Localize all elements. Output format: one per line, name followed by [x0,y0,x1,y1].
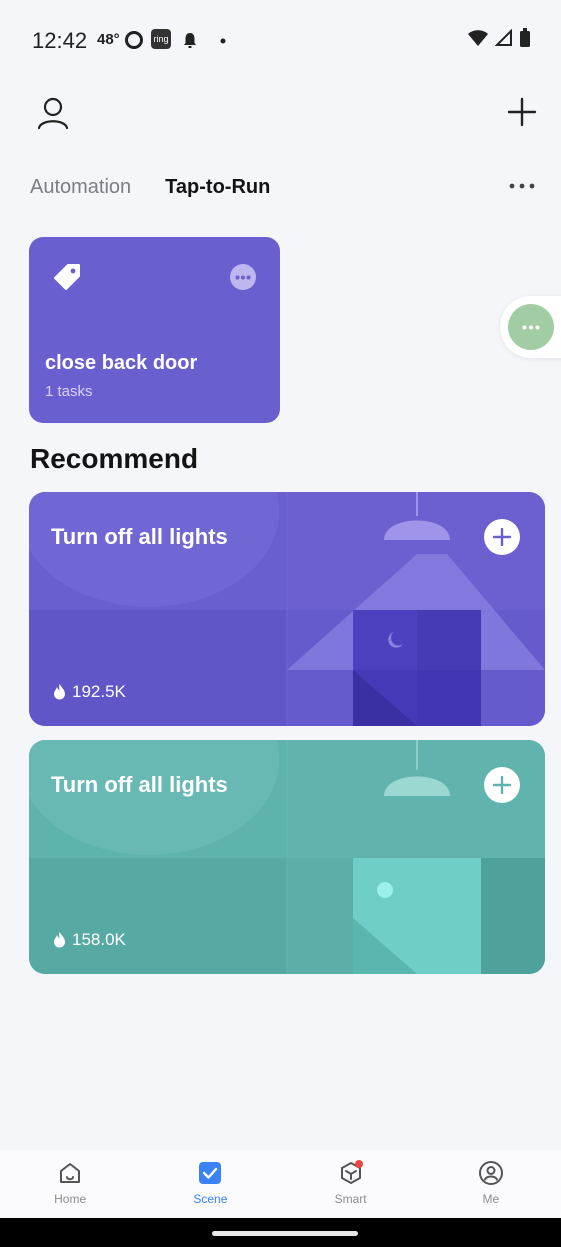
recommend-title: Recommend [30,443,199,474]
scene-check-icon [199,1162,222,1184]
recommend-card[interactable]: Turn off all lights 192.5K [29,492,545,726]
plus-icon [493,776,511,794]
bottom-nav: Home Scene Smart Me [0,1150,561,1218]
user-icon[interactable] [36,96,70,130]
more-horizontal-icon[interactable] [509,181,535,191]
status-right-icons [467,28,531,48]
scene-name: close back door [45,352,198,374]
scene-tasks: 1 tasks [45,383,93,400]
battery-icon [520,28,530,47]
profile-icon [478,1161,503,1185]
recommend-count: 192.5K [72,682,126,701]
fire-icon [54,932,65,948]
wifi-icon [468,30,488,46]
more-dots-icon [235,275,251,279]
floating-assistant-button[interactable] [508,304,554,350]
recommend-add-button[interactable] [484,519,520,555]
circle-status-icon [125,31,143,49]
recommend-card[interactable]: Turn off all lights 158.0K [29,740,545,974]
status-temperature: 48° [97,31,120,48]
nav-scene-label: Scene [193,1192,228,1206]
nav-me[interactable]: Me [421,1150,561,1218]
nav-home-label: Home [54,1192,87,1206]
status-time: 12:42 [32,28,88,53]
fire-icon [54,684,65,700]
smart-cube-icon [340,1160,363,1184]
plus-icon [493,528,511,546]
add-icon[interactable] [507,97,537,127]
tab-tap-to-run[interactable]: Tap-to-Run [165,176,270,199]
bell-icon [184,33,196,48]
home-gesture-handle[interactable] [212,1231,358,1236]
tab-automation[interactable]: Automation [30,176,131,199]
more-dots-icon [522,325,540,329]
recommend-popularity: 192.5K [53,682,126,702]
recommend-card-title: Turn off all lights [51,524,228,549]
recommend-card-title: Turn off all lights [51,772,228,797]
recommend-popularity: 158.0K [53,930,126,950]
home-icon [60,1163,81,1183]
status-bar: 12:42 48° ring [0,0,561,80]
signal-icon [495,29,512,46]
dot-icon [220,38,226,44]
scene-more-button[interactable] [230,264,256,290]
scene-card[interactable]: close back door 1 tasks [29,237,280,423]
nav-smart-label: Smart [334,1192,367,1206]
recommend-add-button[interactable] [484,767,520,803]
nav-scene[interactable]: Scene [140,1150,280,1218]
scene-tabs: Automation Tap-to-Run [30,172,304,202]
ring-app-icon: ring [151,29,171,49]
recommend-count: 158.0K [72,930,126,949]
nav-me-label: Me [482,1192,500,1206]
nav-home[interactable]: Home [0,1150,140,1218]
tag-icon [54,264,80,290]
nav-smart[interactable]: Smart [281,1150,421,1218]
